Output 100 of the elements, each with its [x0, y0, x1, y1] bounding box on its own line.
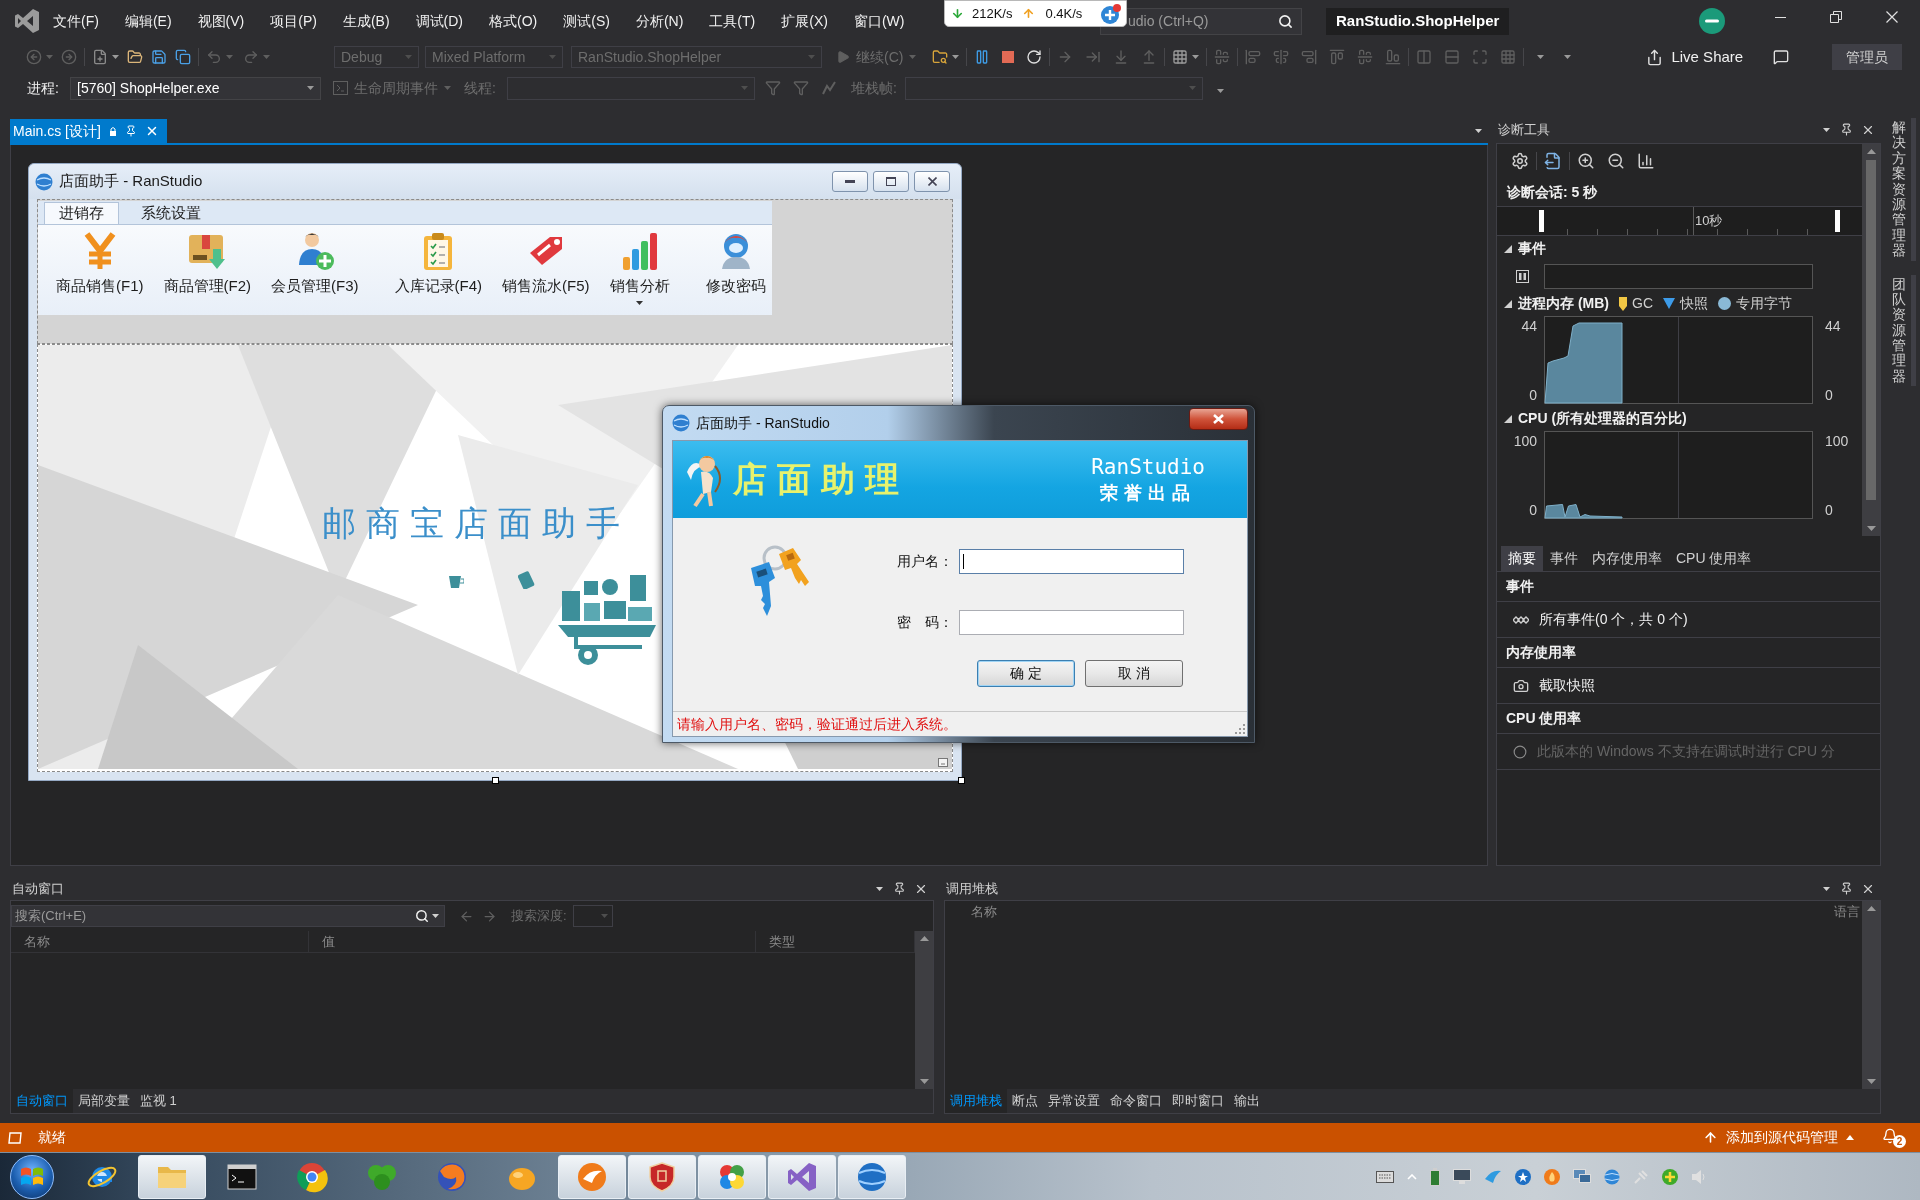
ribbon-button[interactable]: 商品管理(F2) [153, 225, 261, 315]
side-tab[interactable]: 解决方案资源管理器 [1886, 118, 1916, 261]
scroll-up-arrow-icon[interactable] [1866, 149, 1876, 154]
network-icon[interactable] [1573, 1168, 1591, 1185]
globe-icon[interactable] [1604, 1168, 1620, 1185]
ribbon-button[interactable]: 商品销售(F1) [46, 225, 154, 315]
align-top-icon[interactable] [1329, 49, 1346, 65]
ribbon-button[interactable]: 修改密码 [695, 225, 776, 315]
caret-icon[interactable] [432, 914, 439, 918]
close-button[interactable] [914, 171, 950, 192]
settings-icon[interactable] [1511, 152, 1529, 170]
star-icon[interactable] [1515, 1168, 1531, 1185]
battery-icon[interactable] [1430, 1167, 1440, 1186]
tab-list-caret-icon[interactable] [1475, 129, 1482, 133]
summary-item[interactable]: 截取快照 [1539, 675, 1595, 696]
panel-menu-caret-icon[interactable] [1823, 886, 1830, 891]
undo-icon[interactable] [206, 49, 222, 65]
scrollbar-thumb[interactable] [1866, 160, 1876, 500]
expanded-triangle-icon[interactable] [1504, 414, 1512, 423]
panel-tab[interactable]: 局部变量 [73, 1089, 135, 1113]
arrow-to-line-icon[interactable] [1085, 49, 1102, 65]
folder-search-icon[interactable] [932, 49, 949, 65]
menu-item[interactable]: 调试(D) [402, 8, 476, 34]
align-bottom-icon[interactable] [1385, 49, 1402, 65]
back-icon[interactable] [26, 49, 42, 65]
ribbon-button[interactable]: 会员管理(F3) [261, 225, 369, 315]
scroll-down-arrow-icon[interactable] [1866, 1079, 1876, 1084]
menu-item[interactable]: 文件(F) [40, 8, 112, 34]
expanded-triangle-icon[interactable] [1504, 244, 1512, 253]
scroll-up-arrow-icon[interactable] [919, 936, 929, 941]
menu-item[interactable]: 编辑(E) [111, 8, 185, 34]
pin-icon[interactable] [1840, 123, 1853, 136]
new-file-icon[interactable] [92, 49, 108, 65]
ribbon-tab[interactable]: 进销存 [44, 202, 119, 224]
menu-item[interactable]: 扩展(X) [768, 8, 841, 34]
keyboard-icon[interactable] [1376, 1170, 1394, 1183]
open-folder-icon[interactable] [127, 49, 143, 65]
column-header[interactable]: 名称 [11, 931, 309, 952]
center-line-icon[interactable] [1214, 49, 1231, 65]
pin-icon[interactable] [124, 125, 137, 137]
vs-logo-icon[interactable] [14, 8, 40, 34]
process-dropdown[interactable]: [5760] ShopHelper.exe [70, 76, 321, 100]
range-handle[interactable] [1539, 210, 1544, 232]
filter-icon[interactable] [765, 80, 781, 96]
maximize-button[interactable] [873, 171, 909, 192]
expanded-triangle-icon[interactable] [1504, 299, 1512, 308]
ribbon-button[interactable]: 销售分析 [599, 225, 680, 315]
scroll-down-arrow-icon[interactable] [1866, 526, 1876, 531]
quick-launch-field[interactable]: udio (Ctrl+Q) [1100, 7, 1302, 35]
panel-tab[interactable]: 摘要 [1501, 546, 1543, 571]
align-center-icon[interactable] [1273, 49, 1290, 65]
overflow-caret-icon[interactable] [1564, 55, 1572, 59]
menu-item[interactable]: 格式(O) [476, 8, 551, 34]
panel-menu-caret-icon[interactable] [1823, 127, 1830, 132]
ribbon-button[interactable]: 入库记录(F4) [384, 225, 492, 315]
panel-tab[interactable]: 即时窗口 [1167, 1089, 1229, 1113]
panel-tab[interactable]: 事件 [1543, 546, 1585, 571]
column-header[interactable]: 值 [309, 931, 756, 952]
start-button[interactable] [10, 1154, 54, 1199]
panel-tab[interactable]: 命令窗口 [1105, 1089, 1167, 1113]
timeline-ruler[interactable]: 10秒 [1497, 206, 1862, 236]
filter-icon[interactable] [793, 80, 809, 96]
chart-icon[interactable] [1637, 152, 1655, 170]
zigzag-icon[interactable] [821, 80, 837, 96]
input-field[interactable] [959, 549, 1184, 574]
menu-item[interactable]: 生成(B) [329, 8, 403, 34]
dropdown-caret-icon[interactable] [636, 301, 643, 305]
redo-icon[interactable] [243, 49, 259, 65]
overflow-caret-icon[interactable] [1217, 89, 1224, 93]
forward-icon[interactable] [61, 49, 77, 65]
panel-tab[interactable]: 自动窗口 [11, 1089, 73, 1113]
caret-icon[interactable] [1192, 55, 1200, 59]
align-left-icon[interactable] [1245, 49, 1262, 65]
source-control-button[interactable]: 添加到源代码管理 [1726, 1127, 1854, 1148]
panel-tab[interactable]: 内存使用率 [1585, 546, 1669, 571]
input-field[interactable] [959, 610, 1184, 635]
forward-arrow-icon[interactable] [482, 908, 497, 924]
column-header[interactable]: 名称 [945, 901, 1834, 923]
panel-menu-caret-icon[interactable] [876, 886, 883, 891]
menu-item[interactable]: 工具(T) [696, 8, 769, 34]
bell-icon[interactable] [1882, 1127, 1898, 1144]
panel-tab[interactable]: 断点 [1007, 1089, 1043, 1113]
pin-icon[interactable] [1840, 882, 1853, 895]
pin-icon[interactable] [893, 882, 906, 895]
minimize-button[interactable] [832, 171, 868, 192]
range-handle[interactable] [1835, 210, 1840, 232]
menu-item[interactable]: 窗口(W) [840, 8, 918, 34]
stop-icon[interactable] [1002, 51, 1015, 63]
restart-icon[interactable] [1026, 49, 1043, 65]
search-icon[interactable] [415, 909, 429, 923]
plus-icon[interactable] [1100, 2, 1122, 25]
menu-item[interactable]: 测试(S) [550, 8, 623, 34]
plus-icon[interactable] [1662, 1168, 1678, 1185]
caret-icon[interactable] [952, 55, 960, 59]
panel-tab[interactable]: 监视 1 [135, 1089, 182, 1113]
zoom-out-icon[interactable] [1607, 152, 1625, 170]
close-button[interactable] [1189, 408, 1248, 430]
export-icon[interactable] [1544, 152, 1562, 170]
search-field[interactable]: 搜索(Ctrl+E) [11, 905, 445, 927]
feedback-icon[interactable] [1773, 49, 1790, 65]
